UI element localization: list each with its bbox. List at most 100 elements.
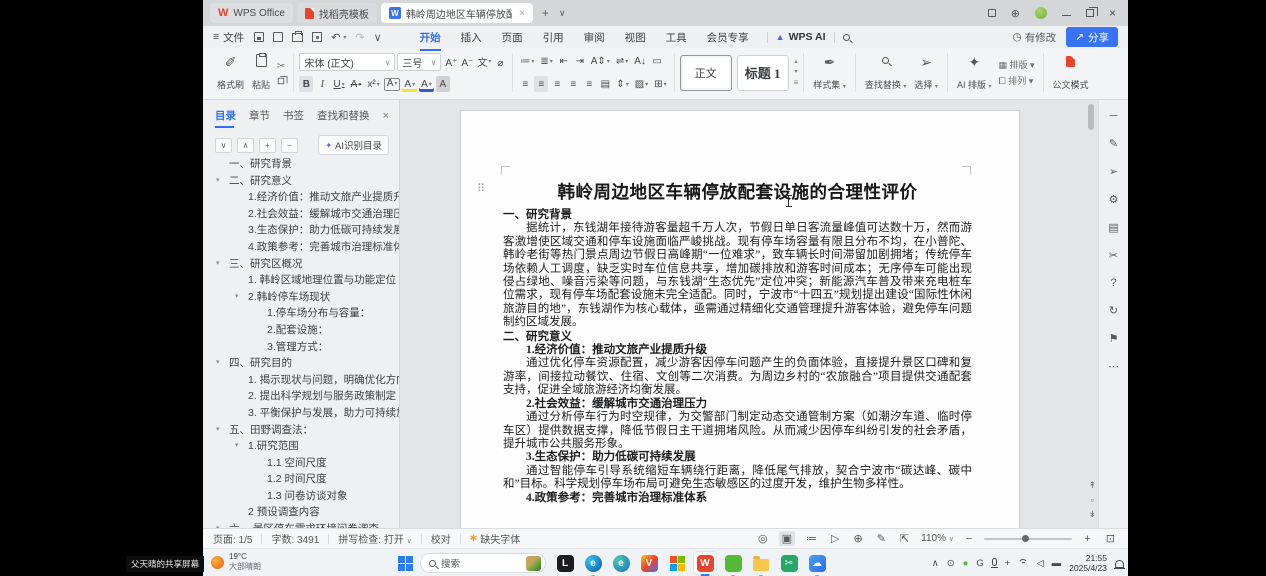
sync-icon[interactable]: ↻	[1109, 304, 1118, 317]
app-icon-screenshot[interactable]: ✂	[777, 551, 801, 575]
align-right-icon[interactable]: ≡	[550, 76, 564, 92]
char-shading-icon[interactable]: A	[436, 76, 450, 92]
sort-icon[interactable]: A↓	[632, 53, 648, 69]
tools-icon[interactable]: ✂	[1109, 249, 1118, 262]
toc-item[interactable]: 3. 平衡保护与发展，助力可持续旅游	[203, 405, 399, 422]
share-button[interactable]: ↗ 分享	[1066, 27, 1118, 47]
font-color-icon[interactable]: A▾	[419, 76, 434, 92]
toc-item[interactable]: 1.2 时间尺度	[203, 471, 399, 488]
tab-list-button[interactable]: ∨	[554, 8, 571, 19]
pen-icon[interactable]: ✎	[1109, 137, 1118, 150]
doc-paragraph[interactable]: 通过优化停车资源配置，减少游客因停车问题产生的负面体验，直接提升景区口碑和复游率…	[503, 357, 972, 397]
toc-item[interactable]: 4.政策参考：完善城市治理标准体系	[203, 239, 399, 256]
tray-mic-icon[interactable]	[992, 558, 997, 566]
undo-icon[interactable]: ↶	[331, 31, 340, 44]
toc-item[interactable]: 1. 韩岭区域地理位置与功能定位	[203, 272, 399, 289]
toc-item[interactable]: ▾五、田野调查法：	[203, 422, 399, 439]
vertical-scrollbar[interactable]	[1088, 104, 1094, 130]
app-tab[interactable]: 找稻壳模板	[297, 3, 377, 23]
weather-widget[interactable]: 19°C 大部晴朗	[211, 552, 261, 572]
notification-bell-icon[interactable]	[1115, 560, 1124, 568]
page-indicator[interactable]: 页面: 1/5	[213, 531, 252, 546]
toc-tab-目录[interactable]: 目录	[215, 108, 236, 123]
fullscreen-icon[interactable]: ⊡	[1103, 531, 1118, 546]
distribute-icon[interactable]: ≡	[582, 76, 596, 92]
toc-collapse-arrow-icon[interactable]: ▾	[235, 289, 239, 306]
search-icon[interactable]	[843, 34, 850, 41]
align-center-icon[interactable]: ≡	[534, 76, 548, 92]
app-icon-wechat[interactable]	[721, 551, 745, 575]
output-pdf-icon[interactable]	[273, 32, 283, 42]
layout-button[interactable]: ▦ 排版 ▾	[998, 58, 1034, 71]
toc-item[interactable]: 2. 提出科学规划与服务政策制定	[203, 388, 399, 405]
doc-heading[interactable]: 2.社会效益：缓解城市交通治理压力	[503, 398, 972, 411]
bullets-icon[interactable]: ≔▾	[518, 53, 536, 69]
image-tools-icon[interactable]: ▤	[1108, 221, 1118, 234]
toc-item[interactable]: 1.1 空间尺度	[203, 455, 399, 472]
restore-button[interactable]	[1086, 9, 1094, 17]
avatar[interactable]	[1035, 7, 1047, 19]
toc-collapse-arrow-icon[interactable]: ▾	[235, 438, 239, 455]
char-scale-icon[interactable]: A⇕▾	[589, 53, 612, 69]
menu-tab-会员专享[interactable]: 会员专享	[697, 27, 759, 48]
globe-icon[interactable]: ⊕	[1011, 7, 1020, 20]
doc-heading[interactable]: 二、研究意义	[503, 331, 972, 344]
tray-vpn-icon[interactable]: ⊙	[947, 558, 955, 569]
toc-collapse-arrow-icon[interactable]: ▾	[216, 173, 220, 190]
toc-item[interactable]: ▾二、研究意义	[203, 173, 399, 190]
app-icon-file-explorer[interactable]	[749, 551, 773, 575]
toc-item[interactable]: ▾六、 景区停车需求环境问卷调查	[203, 521, 399, 528]
superscript-icon[interactable]: x²▾	[365, 76, 381, 92]
print-icon[interactable]	[292, 33, 303, 42]
tray-expand-icon[interactable]: ∧	[932, 558, 939, 569]
bold-icon[interactable]: B	[299, 76, 313, 92]
tray-wifi-icon[interactable]	[1018, 559, 1028, 567]
previous-page-button[interactable]: ↟	[1088, 480, 1096, 491]
taskbar-clock[interactable]: 21:55 2025/4/23	[1069, 553, 1107, 573]
tab-close-icon[interactable]: ×	[519, 8, 525, 19]
dropdown-caret[interactable]: ▾	[343, 34, 346, 41]
toc-collapse-arrow-icon[interactable]: ▾	[216, 355, 220, 372]
asian-layout-icon[interactable]: ⇌▾	[614, 53, 630, 69]
doc-paragraph[interactable]: 通过分析停车行为时空规律，为交警部门制定动态交通管制方案（如潮汐车道、临时停车区…	[503, 411, 972, 451]
ruler-icon[interactable]: ▭	[650, 53, 664, 69]
toc-item[interactable]: 1.3 问卷访谈对象	[203, 488, 399, 505]
toc-collapse-arrow-icon[interactable]: ▾	[216, 422, 220, 439]
toc-item[interactable]: 3.管理方式：	[203, 339, 399, 356]
paste-button[interactable]: 粘贴	[248, 51, 274, 94]
font-decrease-icon[interactable]: A⁻	[459, 56, 475, 72]
app-icon-cloud-docs[interactable]: ☁	[805, 551, 829, 575]
justify-icon[interactable]: ≡	[566, 76, 580, 92]
app-icon-edge[interactable]: e	[581, 551, 605, 575]
collapse-handle-icon[interactable]: ─	[1110, 110, 1118, 122]
new-tab-button[interactable]: +	[537, 6, 554, 20]
page-view-icon[interactable]: ▣	[779, 531, 795, 546]
tray-g-icon[interactable]: G	[976, 558, 983, 569]
menu-tab-开始[interactable]: 开始	[410, 27, 451, 48]
menu-tab-页面[interactable]: 页面	[492, 27, 533, 48]
doc-paragraph[interactable]: 据统计，东钱湖年接待游客量超千万人次，节假日单日客流量峰值可达数十万，然而游客激…	[503, 222, 972, 329]
arrange-button[interactable]: ⧠ 排列 ▾	[998, 74, 1034, 87]
toc-item[interactable]: 1.停车场分布与容量：	[203, 305, 399, 322]
paragraph-layout-icon[interactable]: ▤	[598, 76, 612, 92]
outline-view-icon[interactable]: ≔	[803, 531, 820, 546]
char-border-icon[interactable]: A▾	[384, 78, 401, 91]
save-icon[interactable]	[254, 32, 264, 42]
file-menu[interactable]: ≡ 文件	[213, 30, 244, 45]
toc-item[interactable]: 2 预设调查内容	[203, 504, 399, 521]
find-replace-button[interactable]: 查找替换 ▾	[861, 51, 911, 94]
tray-folder-icon[interactable]: ▬	[1052, 558, 1062, 569]
wps-ai-button[interactable]: ▲ WPS AI	[776, 31, 826, 43]
fit-page-icon[interactable]: ⇱	[897, 531, 912, 546]
doc-heading[interactable]: 一、研究背景	[503, 209, 972, 222]
clear-format-icon[interactable]: ⌀	[493, 56, 507, 72]
app-icon-l[interactable]: L	[553, 551, 577, 575]
border-icon[interactable]: ⊞▾	[652, 76, 668, 92]
menu-tab-引用[interactable]: 引用	[533, 27, 574, 48]
menu-tab-插入[interactable]: 插入	[451, 27, 492, 48]
toc-tab-书签[interactable]: 书签	[283, 108, 304, 123]
app-tab[interactable]: W韩岭周边地区车辆停放配套设施×	[381, 3, 533, 23]
app-icon-wps[interactable]: W	[693, 551, 717, 575]
app-icon-v[interactable]: V	[637, 551, 661, 575]
tray-crosshair-icon[interactable]: +	[1005, 558, 1011, 569]
